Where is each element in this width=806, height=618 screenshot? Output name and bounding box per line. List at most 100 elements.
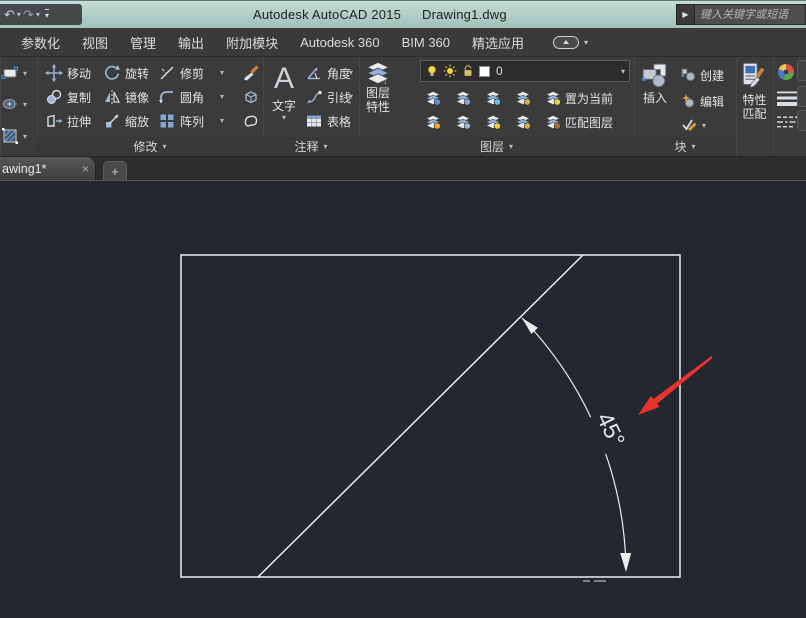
brush-tool-button[interactable] [242, 63, 260, 83]
explode-tool-button[interactable] [242, 87, 260, 107]
search-go-icon[interactable]: ▶ [676, 4, 695, 25]
close-tab-icon[interactable]: × [78, 162, 89, 176]
tab-manage[interactable]: 管理 [119, 33, 167, 52]
chevron-down-icon[interactable]: ▾ [23, 132, 27, 141]
layer-select-combo[interactable]: 0 ▾ [420, 60, 630, 82]
ribbon-tab-bar: 参数化 视图 管理 输出 附加模块 Autodesk 360 BIM 360 精… [0, 28, 806, 57]
tab-bim360[interactable]: BIM 360 [391, 35, 461, 50]
join-tool-button[interactable] [242, 111, 260, 131]
block-panel-label-text: 块 [674, 138, 686, 155]
chevron-down-icon: ▾ [509, 142, 513, 151]
lightbulb-icon[interactable] [425, 64, 439, 78]
tab-featured-apps[interactable]: 精选应用 [461, 33, 535, 52]
table-button[interactable]: 表格 [305, 111, 351, 131]
object-color-button[interactable] [777, 62, 795, 82]
copy-icon [45, 88, 63, 106]
fillet-button[interactable]: 圆角 [158, 87, 204, 107]
move-button[interactable]: 移动 [45, 63, 91, 83]
sun-icon[interactable] [443, 64, 457, 78]
tab-output[interactable]: 输出 [167, 33, 215, 52]
chevron-down-icon[interactable]: ▾ [702, 121, 706, 130]
trim-button[interactable]: 修剪 [158, 63, 204, 83]
redo-dropdown-icon[interactable]: ▾ [36, 10, 40, 19]
array-button[interactable]: 阵列 [158, 111, 204, 131]
redo-icon[interactable]: ↷ [23, 8, 34, 21]
leader-button[interactable]: 引线 [305, 87, 351, 107]
set-current-layer-button[interactable]: 置为当前 [545, 88, 613, 108]
edit-block-button[interactable]: 编辑 [680, 91, 724, 111]
layer-properties-button[interactable]: ↕ 图层 特性 [361, 60, 395, 114]
chevron-down-icon[interactable]: ▾ [23, 69, 27, 78]
layer-isolate-button[interactable] [425, 88, 441, 108]
linetype-combo-fragment[interactable] [797, 110, 806, 131]
tab-addins[interactable]: 附加模块 [215, 33, 289, 52]
help-search-box: ▶ [676, 4, 806, 25]
swap-arrows-icon: ↕ [383, 76, 388, 86]
layer-on-button[interactable] [425, 112, 441, 132]
chevron-down-icon[interactable]: ▾ [220, 116, 224, 125]
tab-parametric[interactable]: 参数化 [10, 33, 71, 52]
unlock-icon[interactable] [461, 64, 475, 78]
layer-unlock-icon [515, 114, 531, 130]
play-icon: ▶ [682, 10, 688, 19]
new-drawing-tab-button[interactable]: + [103, 161, 127, 180]
chevron-down-icon[interactable]: ▾ [220, 92, 224, 101]
rectangle-tool-button[interactable]: ▾ [1, 63, 27, 83]
match-properties-button[interactable]: 特性 匹配 [738, 59, 771, 121]
hatch-tool-button[interactable]: ▾ [1, 126, 27, 146]
layer-restore-button[interactable] [455, 112, 471, 132]
copy-button[interactable]: 复制 [45, 87, 91, 107]
rotate-button[interactable]: 旋转 [103, 63, 149, 83]
rotate-label: 旋转 [125, 65, 149, 82]
match-layer-button[interactable]: 匹配图层 [545, 112, 613, 132]
modify-panel-label[interactable]: 修改 ▾ [37, 137, 263, 156]
insert-block-button[interactable]: 插入 [638, 61, 672, 105]
mirror-button[interactable]: 镜像 [103, 87, 149, 107]
layer-properties-label-1: 图层 [366, 86, 390, 100]
panel-layers: ↕ 图层 特性 0 ▾ 置为当前 [359, 57, 635, 156]
color-combo-fragment[interactable] [797, 60, 806, 81]
diagonal-line[interactable] [258, 255, 583, 577]
chevron-down-icon[interactable]: ▾ [349, 68, 353, 77]
ellipse-tool-button[interactable]: ▾ [1, 94, 27, 114]
layer-thaw-button[interactable] [485, 112, 501, 132]
block-panel-label[interactable]: 块 ▾ [634, 137, 736, 156]
lineweight-button[interactable] [776, 88, 798, 108]
layer-walk-button[interactable] [455, 88, 471, 108]
ribbon-collapse-button[interactable]: ▾ [553, 36, 588, 49]
linetype-button[interactable] [776, 112, 798, 132]
tab-autodesk360[interactable]: Autodesk 360 [289, 35, 391, 50]
quick-access-toolbar[interactable]: ↶ ▾ ↷ ▾ ▾ [0, 4, 82, 25]
undo-icon[interactable]: ↶ [4, 8, 15, 21]
create-block-button[interactable]: 创建 [680, 65, 724, 85]
chevron-down-icon[interactable]: ▾ [621, 67, 625, 76]
drawing-file-tab[interactable]: awing1* × [0, 157, 96, 180]
text-tool-button[interactable]: A 文字 ▾ [268, 59, 300, 122]
table-icon [305, 112, 323, 130]
layer-color-swatch[interactable] [479, 66, 490, 77]
chevron-down-icon: ▾ [163, 142, 167, 151]
stretch-button[interactable]: 拉伸 [45, 111, 91, 131]
chevron-down-icon[interactable]: ▾ [349, 92, 353, 101]
annotate-panel-label[interactable]: 注释 ▾ [263, 137, 359, 156]
scale-button[interactable]: 缩放 [103, 111, 149, 131]
ribbon-collapse-caret-icon[interactable]: ▾ [584, 38, 588, 47]
qat-overflow-icon[interactable]: ▾ [45, 9, 49, 20]
chevron-down-icon[interactable]: ▾ [220, 68, 224, 77]
search-input[interactable] [695, 4, 806, 25]
angle-dimension-button[interactable]: 角度 [305, 63, 351, 83]
layer-unlock-button[interactable] [515, 112, 531, 132]
drawing-canvas[interactable]: 45° [0, 181, 806, 613]
layers-panel-label[interactable]: 图层 ▾ [359, 137, 634, 156]
layer-restore-icon [455, 114, 471, 130]
ribbon: ▾ ▾ ▾ 移动 旋转 修剪 ▾ [0, 57, 806, 157]
undo-dropdown-icon[interactable]: ▾ [17, 10, 21, 19]
tab-view[interactable]: 视图 [71, 33, 119, 52]
edit-attributes-button[interactable]: ▾ [680, 115, 706, 135]
chevron-down-icon[interactable]: ▾ [23, 100, 27, 109]
layer-lock-button[interactable] [515, 88, 531, 108]
insert-block-label: 插入 [643, 91, 667, 105]
layer-freeze-button[interactable] [485, 88, 501, 108]
chevron-down-icon[interactable]: ▾ [282, 113, 286, 122]
lineweight-combo-fragment[interactable] [797, 86, 806, 107]
